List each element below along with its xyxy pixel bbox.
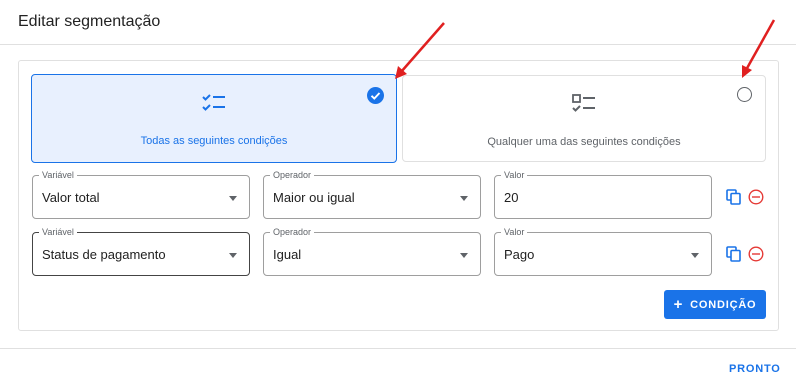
value-text: Pago <box>504 247 535 262</box>
operator-select[interactable]: Operador Maior ou igual <box>263 170 481 219</box>
operator-label: Operador <box>270 170 315 180</box>
value-label: Valor <box>501 170 528 180</box>
match-any-option[interactable]: Qualquer uma das seguintes condições <box>402 75 766 162</box>
chevron-down-icon <box>229 196 237 201</box>
chevron-down-icon <box>229 253 237 258</box>
copy-icon[interactable] <box>726 189 742 205</box>
match-all-option[interactable]: Todas as seguintes condições <box>31 74 397 163</box>
checklist-partial-icon <box>572 94 595 112</box>
operator-label: Operador <box>270 227 315 237</box>
footer-divider <box>0 348 796 349</box>
variable-label: Variável <box>39 227 77 237</box>
checklist-icon <box>202 94 225 111</box>
variable-select[interactable]: Variável Valor total <box>32 170 250 219</box>
selected-check-icon <box>367 87 384 104</box>
remove-icon[interactable] <box>748 189 764 205</box>
unselected-radio-icon[interactable] <box>737 87 752 102</box>
match-any-label: Qualquer uma das seguintes condições <box>487 136 681 148</box>
match-all-label: Todas as seguintes condições <box>140 135 288 147</box>
chevron-down-icon <box>691 253 699 258</box>
dialog-title: Editar segmentação <box>18 13 161 30</box>
variable-label: Variável <box>39 170 77 180</box>
operator-select[interactable]: Operador Igual <box>263 227 481 276</box>
remove-icon[interactable] <box>748 246 764 262</box>
variable-select[interactable]: Variável Status de pagamento <box>32 227 250 276</box>
add-condition-label: CONDIÇÃO <box>690 298 757 311</box>
done-button[interactable]: PRONTO <box>729 363 781 375</box>
chevron-down-icon <box>460 196 468 201</box>
add-condition-button[interactable]: + CONDIÇÃO <box>664 290 766 319</box>
value-select[interactable]: Valor Pago <box>494 227 712 276</box>
variable-value: Status de pagamento <box>42 247 166 262</box>
chevron-down-icon <box>460 253 468 258</box>
value-label: Valor <box>501 227 528 237</box>
operator-value: Maior ou igual <box>273 190 355 205</box>
variable-value: Valor total <box>42 190 100 205</box>
operator-value: Igual <box>273 247 302 262</box>
value-text: 20 <box>504 190 519 205</box>
header-divider <box>0 44 796 45</box>
copy-icon[interactable] <box>726 246 742 262</box>
value-input[interactable]: Valor 20 <box>494 170 712 219</box>
plus-icon: + <box>673 296 684 313</box>
